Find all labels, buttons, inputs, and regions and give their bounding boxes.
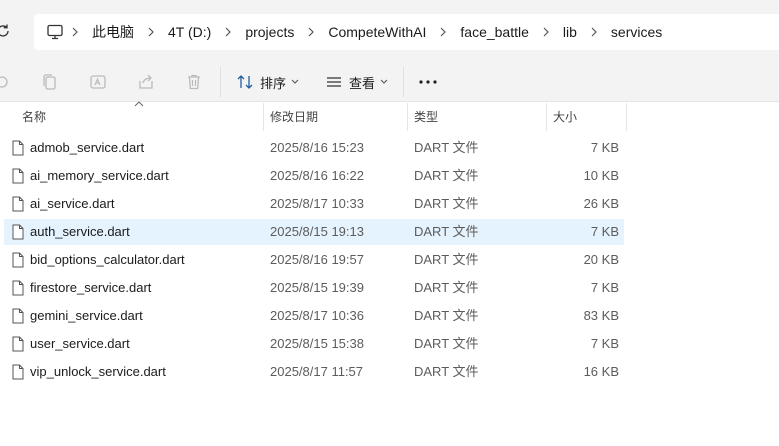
file-size: 16 KB <box>583 364 619 379</box>
view-button[interactable]: 查看 <box>325 69 388 95</box>
computer-icon[interactable] <box>46 23 64 41</box>
file-icon <box>12 140 24 156</box>
sort-button[interactable]: 排序 <box>236 69 299 95</box>
view-label: 查看 <box>349 75 376 91</box>
file-row[interactable]: ai_memory_service.dart 2025/8/16 16:22 D… <box>4 163 624 189</box>
chevron-right-icon[interactable] <box>306 26 316 38</box>
file-type: DART 文件 <box>414 140 479 155</box>
file-icon <box>12 280 24 296</box>
chevron-right-icon[interactable] <box>223 26 233 38</box>
column-divider[interactable] <box>626 103 627 131</box>
file-type: DART 文件 <box>414 224 479 239</box>
file-icon <box>12 336 24 352</box>
file-row[interactable]: gemini_service.dart 2025/8/17 10:36 DART… <box>4 303 624 329</box>
more-options-icon[interactable] <box>418 79 438 85</box>
file-modified-date: 2025/8/16 19:57 <box>270 252 364 267</box>
file-size: 20 KB <box>583 252 619 267</box>
file-row[interactable]: admob_service.dart 2025/8/16 15:23 DART … <box>4 135 624 161</box>
toolbar-divider <box>220 67 221 97</box>
copy-icon[interactable] <box>40 72 60 92</box>
file-icon <box>12 308 24 324</box>
file-modified-date: 2025/8/17 10:36 <box>270 308 364 323</box>
breadcrumb-lib[interactable]: lib <box>551 14 589 50</box>
delete-icon[interactable] <box>184 72 204 92</box>
file-row[interactable]: user_service.dart 2025/8/15 15:38 DART 文… <box>4 331 624 357</box>
file-size: 7 KB <box>590 140 619 155</box>
chevron-right-icon[interactable] <box>541 26 551 38</box>
breadcrumb-this-pc[interactable]: 此电脑 <box>80 14 146 50</box>
file-name[interactable]: ai_service.dart <box>30 191 115 217</box>
cut-icon[interactable] <box>0 72 12 92</box>
file-modified-date: 2025/8/17 11:57 <box>270 364 364 379</box>
sort-label: 排序 <box>260 75 287 91</box>
file-type: DART 文件 <box>414 336 479 351</box>
file-name[interactable]: auth_service.dart <box>30 219 130 245</box>
rename-icon[interactable] <box>88 72 108 92</box>
breadcrumb-face-battle[interactable]: face_battle <box>448 14 541 50</box>
breadcrumb-competewithai[interactable]: CompeteWithAI <box>316 14 438 50</box>
file-row[interactable]: auth_service.dart 2025/8/15 19:13 DART 文… <box>4 219 624 245</box>
file-size: 26 KB <box>583 196 619 211</box>
sort-ascending-caret-icon <box>134 101 144 107</box>
breadcrumb-services[interactable]: services <box>599 14 674 50</box>
column-header-type[interactable]: 类型 <box>414 103 438 131</box>
file-modified-date: 2025/8/16 16:22 <box>270 168 364 183</box>
column-header-name[interactable]: 名称 <box>22 103 46 131</box>
file-type: DART 文件 <box>414 196 479 211</box>
file-type: DART 文件 <box>414 252 479 267</box>
file-type: DART 文件 <box>414 364 479 379</box>
file-type: DART 文件 <box>414 280 479 295</box>
breadcrumb-projects[interactable]: projects <box>233 14 306 50</box>
chevron-right-icon[interactable] <box>589 26 599 38</box>
refresh-icon[interactable] <box>0 22 12 40</box>
column-divider[interactable] <box>407 103 408 131</box>
view-list-icon <box>327 77 341 87</box>
column-header-date[interactable]: 修改日期 <box>270 103 318 131</box>
file-name[interactable]: admob_service.dart <box>30 135 144 161</box>
sort-arrows-icon <box>237 75 253 89</box>
file-type: DART 文件 <box>414 168 479 183</box>
file-icon <box>12 196 24 212</box>
chevron-right-icon[interactable] <box>438 26 448 38</box>
file-name[interactable]: user_service.dart <box>30 331 130 357</box>
file-modified-date: 2025/8/15 15:38 <box>270 336 364 351</box>
file-name[interactable]: gemini_service.dart <box>30 303 143 329</box>
file-icon <box>12 364 24 380</box>
file-icon <box>12 168 24 184</box>
file-name[interactable]: vip_unlock_service.dart <box>30 359 166 385</box>
toolbar-divider <box>403 67 404 97</box>
column-divider[interactable] <box>263 103 264 131</box>
file-type: DART 文件 <box>414 308 479 323</box>
file-row[interactable]: ai_service.dart 2025/8/17 10:33 DART 文件 … <box>4 191 624 217</box>
file-row[interactable]: firestore_service.dart 2025/8/15 19:39 D… <box>4 275 624 301</box>
file-size: 83 KB <box>583 308 619 323</box>
file-size: 7 KB <box>590 224 619 239</box>
file-row[interactable]: vip_unlock_service.dart 2025/8/17 11:57 … <box>4 359 624 385</box>
file-modified-date: 2025/8/15 19:39 <box>270 280 364 295</box>
chevron-right-icon[interactable] <box>146 26 156 38</box>
column-header-row: 名称 修改日期 类型 大小 <box>0 101 627 131</box>
file-name[interactable]: firestore_service.dart <box>30 275 151 301</box>
column-header-size[interactable]: 大小 <box>553 103 577 131</box>
file-modified-date: 2025/8/17 10:33 <box>270 196 364 211</box>
file-size: 10 KB <box>583 168 619 183</box>
column-divider[interactable] <box>546 103 547 131</box>
chevron-down-icon <box>291 79 299 84</box>
share-icon[interactable] <box>136 72 156 92</box>
command-bar: 排序 查看 <box>0 62 779 102</box>
file-modified-date: 2025/8/15 19:13 <box>270 224 364 239</box>
file-row[interactable]: bid_options_calculator.dart 2025/8/16 19… <box>4 247 624 273</box>
file-icon <box>12 224 24 240</box>
breadcrumb-drive[interactable]: 4T (D:) <box>156 14 223 50</box>
file-size: 7 KB <box>590 336 619 351</box>
chevron-right-icon[interactable] <box>70 26 80 38</box>
file-modified-date: 2025/8/16 15:23 <box>270 140 364 155</box>
file-size: 7 KB <box>590 280 619 295</box>
breadcrumb[interactable]: 此电脑 4T (D:) projects CompeteWithAI face_… <box>34 14 779 50</box>
address-bar-area: 此电脑 4T (D:) projects CompeteWithAI face_… <box>0 0 779 62</box>
file-icon <box>12 252 24 268</box>
chevron-down-icon <box>380 79 388 84</box>
file-name[interactable]: ai_memory_service.dart <box>30 163 169 189</box>
file-name[interactable]: bid_options_calculator.dart <box>30 247 185 273</box>
